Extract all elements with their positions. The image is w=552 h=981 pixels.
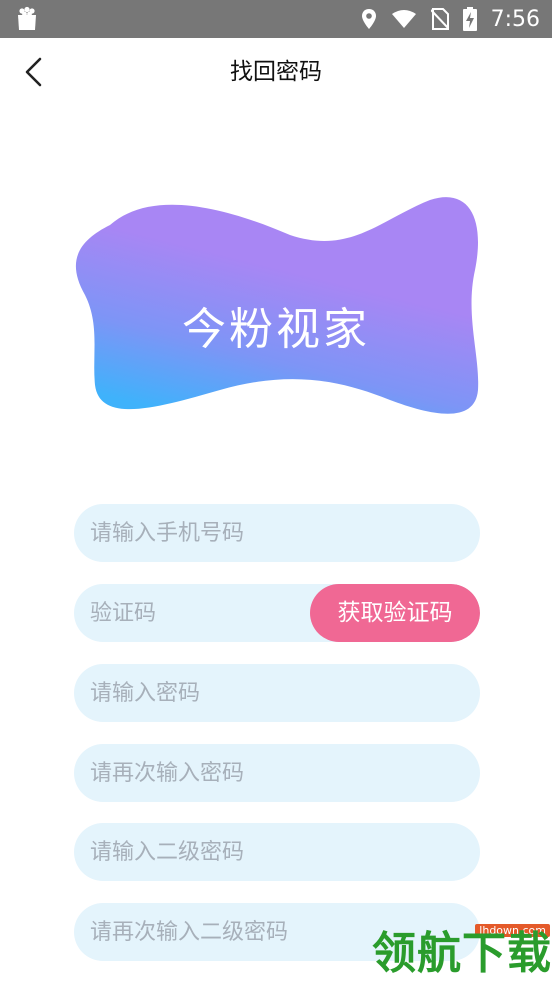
- phone-input[interactable]: [74, 504, 480, 562]
- verification-code-input[interactable]: [74, 584, 310, 642]
- status-bar: 7:56: [0, 0, 552, 38]
- verification-code-field: 获取验证码: [74, 584, 480, 642]
- page-title: 找回密码: [230, 59, 322, 85]
- battery-charging-icon: [462, 7, 477, 31]
- app-logo: 今粉视家: [70, 195, 482, 421]
- password-confirm-input[interactable]: [74, 744, 480, 802]
- nav-bar: 找回密码: [0, 38, 552, 106]
- shopping-bag-icon: [18, 6, 36, 30]
- password-field: [74, 664, 480, 722]
- logo-text: 今粉视家: [182, 304, 370, 355]
- get-code-button[interactable]: 获取验证码: [310, 584, 480, 642]
- location-icon: [361, 9, 376, 29]
- watermark: lhdown.com 领航下载: [372, 924, 552, 981]
- secondary-password-field: [74, 823, 480, 881]
- password-input[interactable]: [74, 664, 480, 722]
- no-sim-icon: [430, 8, 449, 30]
- password-confirm-field: [74, 744, 480, 802]
- watermark-text: 领航下载: [372, 928, 552, 979]
- phone-field: [74, 504, 480, 562]
- wifi-icon: [391, 10, 416, 28]
- status-icons: 7:56: [347, 0, 540, 38]
- secondary-password-input[interactable]: [74, 823, 480, 881]
- status-time: 7:56: [490, 6, 540, 32]
